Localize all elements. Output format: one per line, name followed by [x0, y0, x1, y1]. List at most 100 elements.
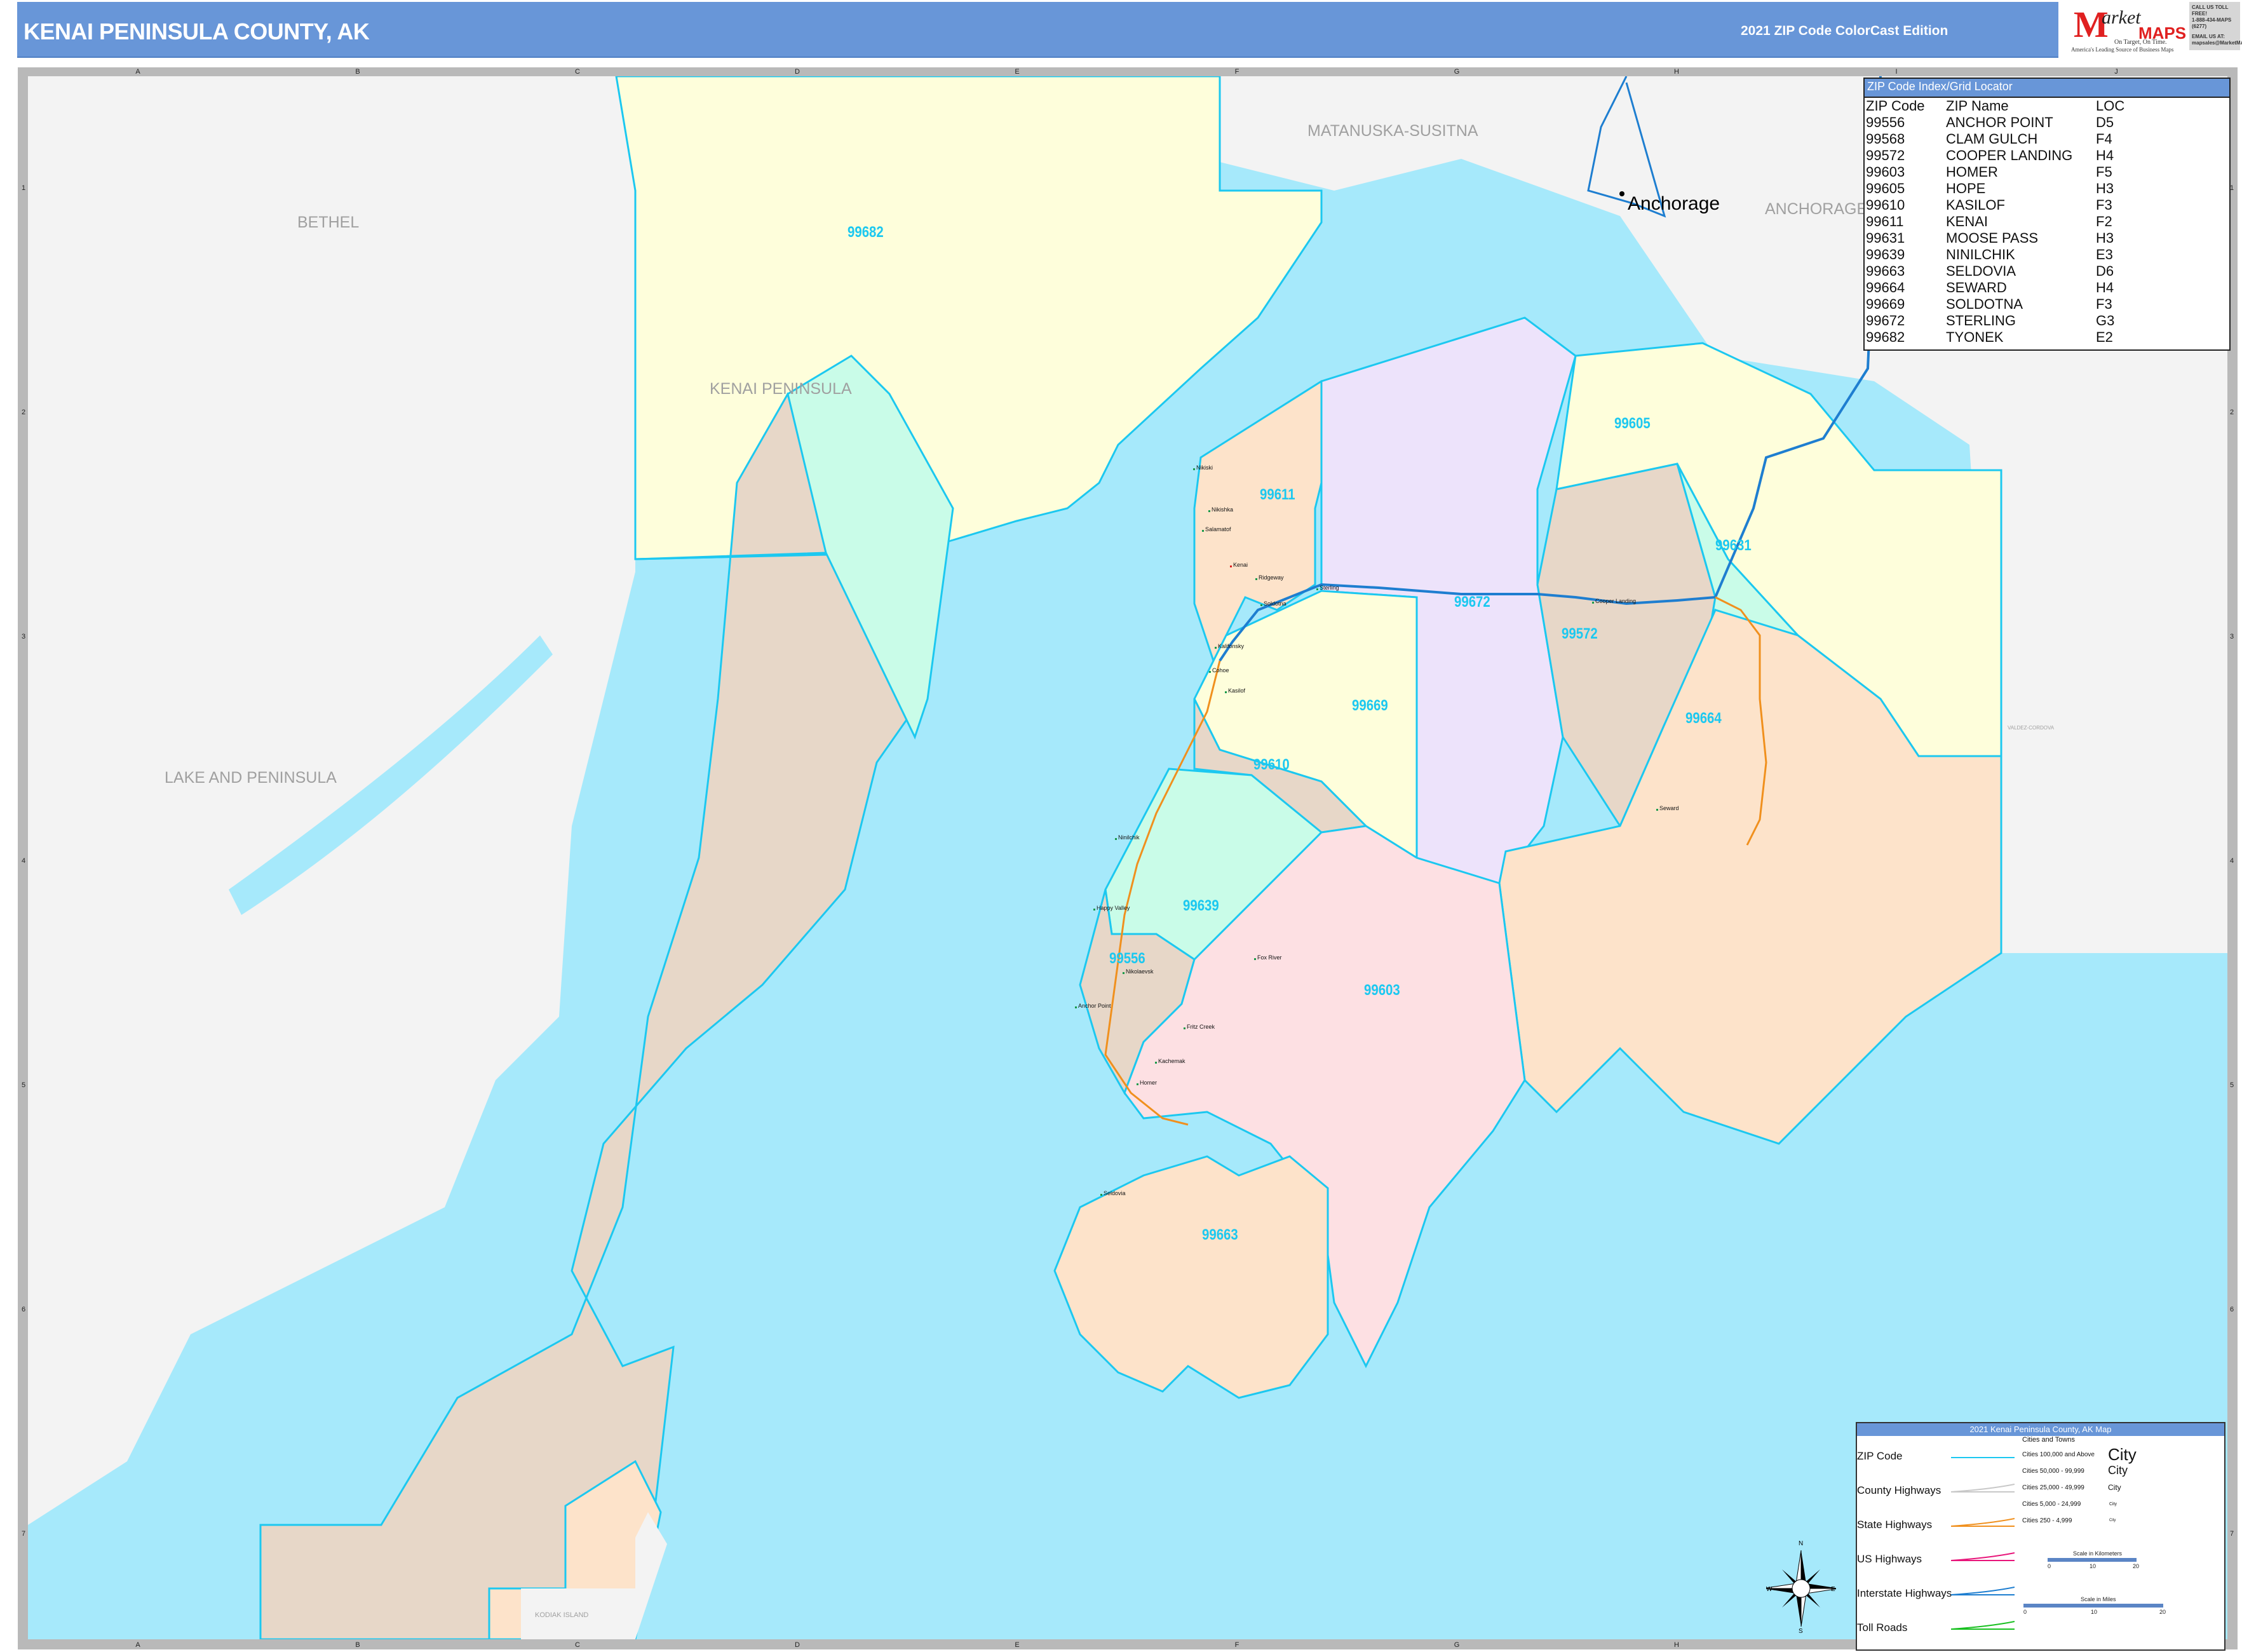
town-label[interactable]: Ninilchik [1115, 834, 1140, 841]
anchorage-dot [1619, 191, 1624, 196]
town-label[interactable]: Kalifonsky [1214, 643, 1244, 649]
name-cell: STERLING [1946, 313, 2016, 328]
legend-interstate-highways: Interstate Highways [1857, 1587, 1952, 1599]
scale-km-tick: 10 [2090, 1563, 2097, 1569]
zip-label-99664[interactable]: 99664 [1685, 710, 1722, 728]
zip-label-99572[interactable]: 99572 [1562, 625, 1598, 643]
zip-label-99610[interactable]: 99610 [1253, 756, 1290, 774]
table-row[interactable]: 99610 KASILOF F3 [1866, 197, 2124, 213]
table-row[interactable]: 99572 COOPER LANDING H4 [1866, 147, 2124, 164]
table-row[interactable]: 99605 HOPE H3 [1866, 180, 2124, 197]
table-row[interactable]: 99603 HOMER F5 [1866, 164, 2124, 180]
legend-title: 2021 Kenai Peninsula County, AK Map [1857, 1423, 2224, 1436]
grid-column-bar-top: A B C D E F G H I J [28, 67, 2227, 76]
grid-col-label: F [1234, 68, 1239, 76]
loc-cell: D5 [2096, 114, 2114, 130]
town-label[interactable]: Ridgeway [1255, 574, 1284, 581]
county-label-anchorage: ANCHORAGE [1765, 200, 1868, 218]
name-cell: KASILOF [1946, 197, 2005, 213]
town-label[interactable]: Kenai [1229, 562, 1248, 568]
scale-mi-tick: 0 [2023, 1609, 2027, 1615]
table-row[interactable]: 99672 STERLING G3 [1866, 313, 2124, 329]
scale-mi-bar [2023, 1604, 2163, 1608]
town-label[interactable]: Fox River [1254, 954, 1282, 961]
town-label[interactable]: Sterling [1316, 585, 1339, 591]
zip-area-99663 [1053, 1155, 1329, 1399]
zip-cell: 99610 [1866, 197, 1905, 213]
zip-label-99603[interactable]: 99603 [1364, 982, 1400, 999]
town-label[interactable]: Salamatof [1202, 526, 1231, 532]
legend-toll-roads: Toll Roads [1857, 1622, 1908, 1634]
table-row[interactable]: 99682 TYONEK E2 [1866, 329, 2124, 346]
grid-col-label: A [135, 1641, 140, 1649]
market-maps-logo[interactable]: M arket MAPS On Target, On Time. America… [2070, 2, 2187, 53]
town-label[interactable]: Seward [1656, 805, 1679, 811]
grid-col-label: H [1674, 68, 1679, 76]
town-label[interactable]: Seldovia [1100, 1190, 1126, 1196]
town-label[interactable]: Happy Valley [1093, 905, 1130, 911]
town-label[interactable]: Nikishka [1208, 506, 1233, 513]
zip-label-99611[interactable]: 99611 [1260, 486, 1295, 504]
table-row[interactable]: 99663 SELDOVIA D6 [1866, 263, 2124, 280]
grid-col-label: G [1454, 1641, 1460, 1649]
table-row[interactable]: 99556 ANCHOR POINT D5 [1866, 114, 2124, 131]
grid-row-label: 2 [21, 409, 26, 416]
zip-label-99556[interactable]: 99556 [1109, 950, 1145, 968]
zip-cell: 99603 [1866, 164, 1905, 180]
name-cell: CLAM GULCH [1946, 131, 2038, 147]
grid-col-label: C [575, 1641, 580, 1649]
town-label[interactable]: Cohoe [1209, 667, 1229, 674]
city-label-anchorage[interactable]: Anchorage [1628, 193, 1720, 215]
county-label-kodiak-island: KODIAK ISLAND [535, 1611, 589, 1619]
town-label[interactable]: Anchor Point [1075, 1003, 1111, 1009]
name-cell: ANCHOR POINT [1946, 114, 2053, 130]
name-cell: NINILCHIK [1946, 247, 2015, 262]
table-row[interactable]: 99639 NINILCHIK E3 [1866, 247, 2124, 263]
town-label[interactable]: Soldotna [1260, 600, 1286, 607]
zip-label-99682[interactable]: 99682 [848, 224, 884, 241]
grid-col-label: A [135, 68, 140, 76]
table-row[interactable]: 99664 SEWARD H4 [1866, 280, 2124, 296]
loc-cell: G3 [2096, 313, 2115, 328]
town-label[interactable]: Fritz Creek [1183, 1024, 1215, 1030]
table-row[interactable]: 99568 CLAM GULCH F4 [1866, 131, 2124, 147]
grid-row-label: 3 [2229, 633, 2234, 640]
zip-label-99605[interactable]: 99605 [1614, 415, 1651, 433]
grid-row-label: 6 [21, 1306, 26, 1313]
zip-cell: 99568 [1866, 131, 1905, 147]
city-class-label: Cities 25,000 - 49,999 [2022, 1484, 2084, 1491]
town-label[interactable]: Kachemak [1155, 1058, 1185, 1064]
zip-label-99631[interactable]: 99631 [1715, 537, 1752, 555]
zip-cell: 99669 [1866, 296, 1905, 312]
zip-label-99663[interactable]: 99663 [1202, 1226, 1238, 1244]
logo-tagline: On Target, On Time. [2114, 39, 2167, 46]
table-row[interactable]: 99611 KENAI F2 [1866, 213, 2124, 230]
town-label[interactable]: Nikiski [1193, 464, 1213, 471]
town-label[interactable]: Kasilof [1224, 687, 1245, 694]
contact-line: EMAIL US AT: [2192, 34, 2225, 39]
grid-col-label: D [795, 1641, 800, 1649]
town-label[interactable]: Nikolaevsk [1123, 968, 1154, 975]
loc-cell: F3 [2096, 296, 2112, 312]
name-cell: HOMER [1946, 164, 1998, 180]
zip-index-title: ZIP Code Index/Grid Locator [1865, 79, 2229, 98]
loc-cell: D6 [2096, 263, 2114, 279]
zip-label-99639[interactable]: 99639 [1183, 897, 1219, 915]
zip-cell: 99572 [1866, 147, 1905, 163]
contact-line: CALL US TOLL FREE! [2192, 4, 2229, 17]
zip-label-99669[interactable]: 99669 [1352, 697, 1388, 715]
zip-label-99672[interactable]: 99672 [1454, 593, 1490, 611]
city-class-label: Cities 5,000 - 24,999 [2022, 1501, 2081, 1508]
town-label[interactable]: Homer [1136, 1080, 1157, 1086]
scale-km-title: Scale in Kilometers [2073, 1550, 2123, 1557]
table-row[interactable]: 99669 SOLDOTNA F3 [1866, 296, 2124, 313]
table-row[interactable]: 99631 MOOSE PASS H3 [1866, 230, 2124, 247]
name-cell: TYONEK [1946, 329, 2004, 345]
city-sample-250: City [2109, 1519, 2116, 1522]
swatch-us-highways [1951, 1552, 2015, 1561]
contact-email[interactable]: mapsales@MarketMAPS.com [2192, 40, 2242, 46]
town-label[interactable]: Cooper Landing [1591, 598, 1636, 604]
city-sample-100k: City [2108, 1445, 2137, 1464]
grid-col-label: D [795, 68, 800, 76]
legend-zip-code: ZIP Code [1857, 1450, 1903, 1462]
